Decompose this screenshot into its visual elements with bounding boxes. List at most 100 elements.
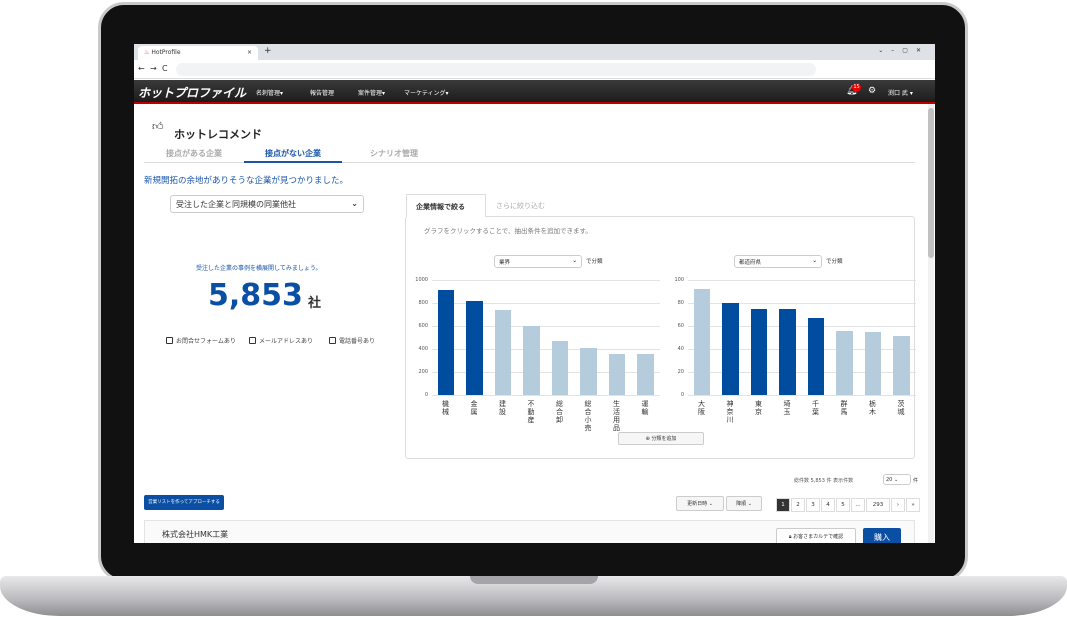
notification-badge: 15 xyxy=(852,83,861,92)
filter-select[interactable]: 受注した企業と同規模の同業他社 ⌄ xyxy=(170,195,364,213)
bar-機械[interactable] xyxy=(437,290,455,395)
bar-栃木[interactable] xyxy=(864,331,882,395)
per-page-unit: 件 xyxy=(913,478,919,484)
x-tick-label: 千葉 xyxy=(811,400,820,416)
order-select[interactable]: 降順 ⌄ xyxy=(726,496,762,511)
page-link[interactable]: 3 xyxy=(806,498,820,512)
bar-生活用品[interactable] xyxy=(608,353,626,395)
bar-建設[interactable] xyxy=(494,309,512,395)
gridline xyxy=(432,280,660,281)
filter-select-value: 受注した企業と同規模の同業他社 xyxy=(176,200,296,209)
y-tick-label: 60 xyxy=(677,323,684,329)
bar-千葉[interactable] xyxy=(807,317,825,395)
address-bar-row: ← → C xyxy=(134,60,935,79)
tab-without-contact[interactable]: 接点がない企業 xyxy=(244,148,342,163)
url-input[interactable] xyxy=(176,63,816,76)
x-tick-label: 埼玉 xyxy=(783,400,792,416)
bar-群馬[interactable] xyxy=(836,330,853,395)
create-sales-list-button[interactable]: 営業リストを作ってアプローチする xyxy=(144,495,224,510)
nav-deals[interactable]: 案件管理▾ xyxy=(358,88,385,97)
sort-select[interactable]: 更新日時 ⌄ xyxy=(676,496,724,511)
page-link[interactable]: » xyxy=(906,498,920,512)
tab-title: HotProfile xyxy=(151,49,181,56)
page-link[interactable]: 2 xyxy=(791,498,805,512)
gridline xyxy=(688,280,916,281)
page-link[interactable]: › xyxy=(891,498,905,512)
x-tick-label: 栃木 xyxy=(868,400,877,416)
page-link[interactable]: 293 xyxy=(866,498,890,512)
classify-select-1[interactable]: 都道府県 ⌄ xyxy=(734,255,822,268)
count-unit: 社 xyxy=(308,296,322,311)
chevron-down-icon: ⌄ xyxy=(351,199,358,208)
bar-埼玉[interactable] xyxy=(779,308,796,395)
bar-運輸[interactable] xyxy=(637,353,654,395)
app-logo[interactable]: ホットプロファイル xyxy=(138,84,246,101)
y-tick-label: 0 xyxy=(680,392,684,398)
scrollbar[interactable] xyxy=(928,104,934,543)
page-link[interactable]: 4 xyxy=(821,498,835,512)
laptop-notch xyxy=(470,576,598,584)
close-tab-icon[interactable]: × xyxy=(247,49,252,56)
page-link[interactable]: ... xyxy=(851,498,865,512)
y-tick-label: 200 xyxy=(418,369,428,375)
bar-大阪[interactable] xyxy=(693,289,711,395)
page-link[interactable]: 5 xyxy=(836,498,850,512)
browser-tab[interactable]: ♨ HotProfile × xyxy=(138,46,258,60)
classify-suffix: で分類 xyxy=(826,259,843,265)
nav-card-management[interactable]: 名刺管理▾ xyxy=(256,88,283,97)
classify-select-0[interactable]: 業界 ⌄ xyxy=(494,255,582,268)
bar-総合卸[interactable] xyxy=(551,340,569,395)
user-menu[interactable]: 渕口 武 ▾ xyxy=(888,88,913,97)
x-tick-label: 神奈川 xyxy=(726,400,735,424)
y-tick-label: 400 xyxy=(418,346,428,352)
add-classification-button[interactable]: ⊕ 分類を追加 xyxy=(618,432,704,445)
reload-icon[interactable]: C xyxy=(162,64,168,73)
gear-icon[interactable]: ⚙ xyxy=(868,86,876,96)
x-tick-label: 群馬 xyxy=(840,400,849,416)
y-tick-label: 40 xyxy=(677,346,684,352)
buy-button[interactable]: 購入 xyxy=(863,528,901,543)
back-icon[interactable]: ← xyxy=(138,64,145,73)
panel-tab-refine[interactable]: さらに絞り込む xyxy=(496,201,545,211)
nav-reports[interactable]: 報告管理 xyxy=(310,88,334,97)
forward-icon[interactable]: → xyxy=(150,64,157,73)
bar-不動産[interactable] xyxy=(523,326,540,395)
screen: ♨ HotProfile × + ⌄–▢✕ ← → C ホットプロファイル 名刺管… xyxy=(134,44,935,543)
x-tick-label: 金属 xyxy=(470,400,479,416)
bar-神奈川[interactable] xyxy=(722,303,739,395)
checkbox-phone[interactable]: 電話番号あり xyxy=(329,336,375,345)
bar-東京[interactable] xyxy=(750,308,768,395)
y-tick-label: 0 xyxy=(424,392,428,398)
x-tick-label: 不動産 xyxy=(527,400,536,424)
checkbox-contact-form[interactable]: お問合せフォームあり xyxy=(166,336,236,345)
x-tick-label: 建設 xyxy=(498,400,507,416)
bar-総合小売[interactable] xyxy=(580,347,597,395)
result-message: 新規開拓の余地がありそうな企業が見つかりました。 xyxy=(144,176,349,186)
per-page-select[interactable]: 20 ⌄ xyxy=(883,474,911,485)
panel-tab-company-info[interactable]: 企業情報で絞る xyxy=(406,194,486,217)
checkbox-email[interactable]: メールアドレスあり xyxy=(249,336,313,345)
y-tick-label: 1000 xyxy=(415,277,428,283)
tab-scenario[interactable]: シナリオ管理 xyxy=(370,148,418,159)
company-name[interactable]: 株式会社HMK工業 xyxy=(162,529,228,540)
tab-with-contact[interactable]: 接点がある企業 xyxy=(166,148,222,159)
x-tick-label: 機械 xyxy=(441,400,450,416)
browser-tab-bar: ♨ HotProfile × + ⌄–▢✕ xyxy=(134,44,935,60)
x-tick-label: 総合卸 xyxy=(555,400,564,424)
page-link[interactable]: 1 xyxy=(776,498,790,512)
y-tick-label: 600 xyxy=(418,323,428,329)
flame-icon: ♨ xyxy=(144,49,150,56)
company-count: 5,853 xyxy=(208,278,303,313)
nav-marketing[interactable]: マーケティング▾ xyxy=(404,88,449,97)
x-tick-label: 総合小売 xyxy=(584,400,593,432)
check-karte-button[interactable]: 🔒︎ お客さまカルテで確認 xyxy=(776,528,856,543)
panel-hint: グラフをクリックすることで、抽出条件を追加できます。 xyxy=(424,227,592,235)
x-tick-label: 茨城 xyxy=(897,400,906,416)
y-tick-label: 80 xyxy=(677,300,684,306)
window-controls[interactable]: ⌄–▢✕ xyxy=(878,47,929,54)
bar-茨城[interactable] xyxy=(893,336,910,395)
classify-suffix: で分類 xyxy=(586,259,603,265)
new-tab-button[interactable]: + xyxy=(264,46,272,56)
y-tick-label: 20 xyxy=(677,369,684,375)
bar-金属[interactable] xyxy=(466,300,483,395)
